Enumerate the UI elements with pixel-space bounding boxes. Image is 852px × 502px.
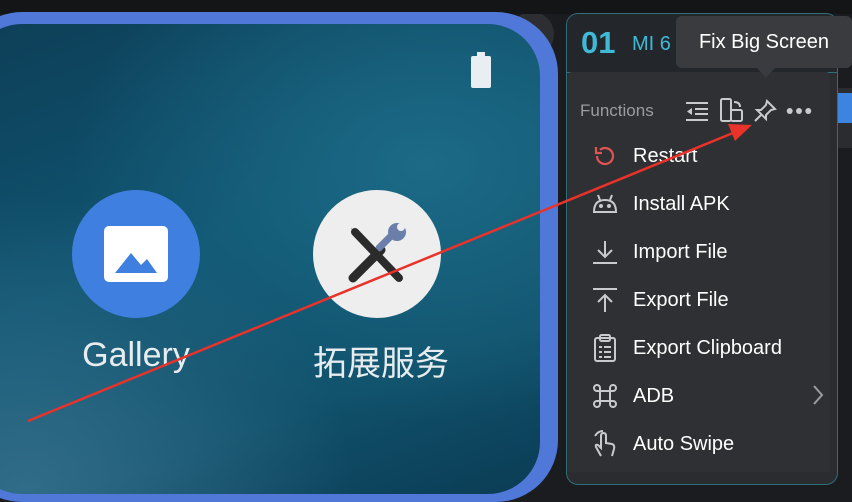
device-index: 01 [581,25,616,60]
battery-icon [471,52,491,88]
tooltip: Fix Big Screen [676,16,852,68]
menu-item-restart[interactable]: Restart [590,136,810,176]
app-label: Gallery [82,336,190,374]
menu-item-export-file[interactable]: Export File [590,280,810,320]
command-icon [590,381,620,411]
import-icon [590,237,620,267]
phone-screen[interactable]: Gallery 拓展服务 [0,24,540,494]
menu-item-auto-swipe[interactable]: Auto Swipe [590,424,810,464]
app-tools[interactable]: 拓展服务 [313,190,449,385]
clipboard-icon [590,333,620,363]
tools-icon [313,190,441,318]
menu-label: Export Clipboard [633,336,782,359]
menu-label: Export File [633,288,729,311]
menu-item-adb[interactable]: ADB [590,376,824,416]
more-icon[interactable] [786,98,812,124]
swipe-hand-icon [590,429,620,459]
menu-label: Install APK [633,192,730,215]
device-name: MI 6 [632,33,671,55]
restart-icon [590,141,620,171]
menu-item-import-file[interactable]: Import File [590,232,810,272]
app-gallery[interactable]: Gallery [72,190,200,375]
outdent-icon[interactable] [684,98,710,124]
menu-item-export-clipboard[interactable]: Export Clipboard [590,328,810,368]
functions-label: Functions [580,101,654,120]
export-icon [590,285,620,315]
menu-label: ADB [633,384,675,407]
android-icon [590,189,620,219]
chevron-right-icon [813,385,824,405]
menu-item-install-apk[interactable]: Install APK [590,184,810,224]
menu-label: Restart [633,144,698,167]
gallery-icon [72,190,200,318]
functions-menu: Functions Restart Install APK Import Fil… [568,72,830,472]
pin-icon[interactable] [752,98,778,124]
tooltip-arrow [757,68,775,78]
rotate-screen-icon[interactable] [718,98,744,124]
menu-label: Auto Swipe [633,432,735,455]
menu-label: Import File [633,240,728,263]
app-label: 拓展服务 [313,345,449,383]
